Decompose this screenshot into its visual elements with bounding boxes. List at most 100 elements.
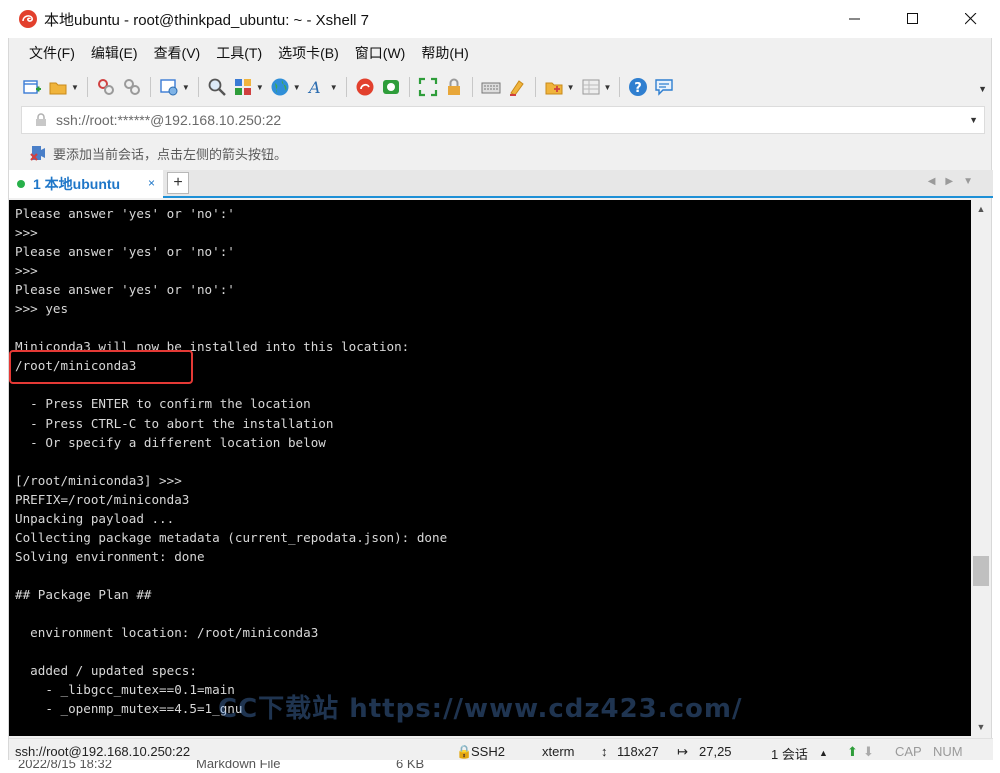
add-session-folder-button[interactable]: ▼ xyxy=(541,73,578,101)
add-session-arrow-icon[interactable] xyxy=(29,144,47,162)
disconnect-button[interactable] xyxy=(119,73,145,101)
terminal-line: Please answer 'yes' or 'no':' xyxy=(15,206,235,221)
download-arrow-icon: ⬇ xyxy=(863,744,874,759)
session-hint-text: 要添加当前会话，点击左侧的箭头按钮。 xyxy=(53,146,288,162)
open-folder-button[interactable]: ▼ xyxy=(45,73,82,101)
chevron-down-icon: ▼ xyxy=(292,82,301,92)
globe-button[interactable]: ▼ xyxy=(267,73,304,101)
toolbar-separator xyxy=(619,77,621,97)
link-icon xyxy=(97,79,114,95)
lock-icon xyxy=(36,113,46,126)
upload-arrow-icon: ⬆ xyxy=(847,744,858,759)
connect-button[interactable] xyxy=(93,73,119,101)
font-button[interactable]: A ▼ xyxy=(304,73,341,101)
svg-text:A: A xyxy=(307,78,321,97)
tab-session[interactable]: 1 本地ubuntu × xyxy=(9,170,163,198)
add-tab-button[interactable]: + xyxy=(167,172,189,194)
grid-icon xyxy=(582,79,600,95)
scrollbar-thumb[interactable] xyxy=(973,556,989,586)
toolbar-separator xyxy=(408,77,410,97)
terminal-line: Unpacking payload ... xyxy=(15,510,175,526)
background-file-type: Markdown File xyxy=(196,760,281,771)
menu-help[interactable]: 帮助(H) xyxy=(413,41,476,65)
help-icon: ? xyxy=(629,78,648,96)
lock-button[interactable] xyxy=(441,73,467,101)
properties-button[interactable]: ▼ xyxy=(156,73,193,101)
chevron-down-icon: ▼ xyxy=(255,82,264,92)
close-icon xyxy=(965,13,977,25)
keyboard-button[interactable] xyxy=(478,73,504,101)
globe-icon xyxy=(271,78,289,96)
menu-bar: 文件(F) 编辑(E) 查看(V) 工具(T) 选项卡(B) 窗口(W) 帮助(… xyxy=(9,38,993,68)
maximize-button[interactable] xyxy=(884,0,942,38)
chevron-down-icon: ▼ xyxy=(603,82,612,92)
size-icon: ↕ xyxy=(601,744,608,759)
chevron-up-icon[interactable]: ▲ xyxy=(819,748,828,758)
tab-navigation-arrows-icon[interactable]: ◀▶▼ xyxy=(928,176,983,187)
highlight-button[interactable] xyxy=(504,73,530,101)
terminal-line: Collecting package metadata (current_rep… xyxy=(15,529,448,545)
terminal-scrollbar[interactable]: ▲ ▼ xyxy=(971,200,991,736)
chat-button[interactable] xyxy=(651,73,677,101)
lock-icon xyxy=(447,78,460,95)
window-title: 本地ubuntu - root@thinkpad_ubuntu: ~ - Xsh… xyxy=(44,11,370,29)
menu-file[interactable]: 文件(F) xyxy=(21,41,83,65)
search-icon xyxy=(208,78,226,96)
close-tab-icon[interactable]: × xyxy=(148,176,155,190)
xftp-button[interactable] xyxy=(378,73,404,101)
cursor-icon: ↦ xyxy=(677,744,688,759)
menu-edit[interactable]: 编辑(E) xyxy=(83,41,146,65)
status-connection: ssh://root@192.168.10.250:22 xyxy=(15,744,191,759)
terminal-line: ## Package Plan ## xyxy=(15,586,152,602)
status-caps-lock: CAP xyxy=(895,744,922,759)
toolbar-separator xyxy=(197,77,199,97)
terminal-line: >>> yes xyxy=(15,301,69,317)
layout-button[interactable]: ▼ xyxy=(230,73,267,101)
chevron-down-icon[interactable]: ▼ xyxy=(969,115,978,125)
terminal-lines: Please answer 'yes' or 'no':' >>> Please a… xyxy=(9,200,971,718)
terminal-line: Please answer 'yes' or 'no':' xyxy=(15,244,235,260)
find-button[interactable] xyxy=(204,73,230,101)
scroll-up-icon[interactable]: ▲ xyxy=(971,200,991,218)
new-session-button[interactable] xyxy=(19,73,45,101)
help-button[interactable]: ? xyxy=(625,73,651,101)
menu-tabs[interactable]: 选项卡(B) xyxy=(270,41,347,65)
toolbar: ▼ ▼ ▼ ▼ A ▼ ▼ ▼ ? ▼ xyxy=(9,70,993,104)
keyboard-icon xyxy=(481,82,501,94)
scroll-down-icon[interactable]: ▼ xyxy=(971,718,991,736)
toolbar-separator xyxy=(345,77,347,97)
menu-tools[interactable]: 工具(T) xyxy=(208,41,270,65)
address-input[interactable]: ssh://root:******@192.168.10.250:22 xyxy=(56,112,281,128)
toolbar-separator xyxy=(471,77,473,97)
fullscreen-button[interactable] xyxy=(415,73,441,101)
status-size: 118x27 xyxy=(617,744,659,759)
background-file-date: 2022/8/15 18:32 xyxy=(18,760,112,771)
terminal-line: added / updated specs: xyxy=(15,663,197,679)
toolbar-overflow-icon[interactable]: ▼ xyxy=(978,84,987,94)
terminal-output[interactable]: Please answer 'yes' or 'no':' >>> Please a… xyxy=(9,200,971,736)
tab-label: 1 本地ubuntu xyxy=(33,176,121,192)
close-button[interactable] xyxy=(942,0,1000,38)
xftp-icon xyxy=(382,80,399,94)
terminal-line: Please answer 'yes' or 'no':' xyxy=(15,282,235,298)
tab-strip: 1 本地ubuntu × + ◀▶▼ xyxy=(9,170,993,198)
terminal-line: - Press ENTER to confirm the location xyxy=(15,396,311,412)
minimize-button[interactable] xyxy=(826,0,884,38)
svg-text:?: ? xyxy=(635,81,643,96)
menu-window[interactable]: 窗口(W) xyxy=(347,41,414,65)
maximize-icon xyxy=(907,13,918,24)
address-bar[interactable]: ssh://root:******@192.168.10.250:22 ▼ xyxy=(21,106,985,134)
background-file-size: 6 KB xyxy=(396,760,425,771)
tile-button[interactable]: ▼ xyxy=(578,73,615,101)
fullscreen-icon xyxy=(418,77,437,97)
terminal-line: - Or specify a different location below xyxy=(15,434,326,450)
xshell-button[interactable] xyxy=(352,73,378,101)
menu-view[interactable]: 查看(V) xyxy=(146,41,209,65)
background-window-residue: 2022/8/15 18:32 Markdown File 6 KB xyxy=(0,760,1000,773)
xshell-app-icon xyxy=(19,10,37,28)
highlighter-icon xyxy=(509,80,524,96)
status-num-lock: NUM xyxy=(933,744,963,759)
